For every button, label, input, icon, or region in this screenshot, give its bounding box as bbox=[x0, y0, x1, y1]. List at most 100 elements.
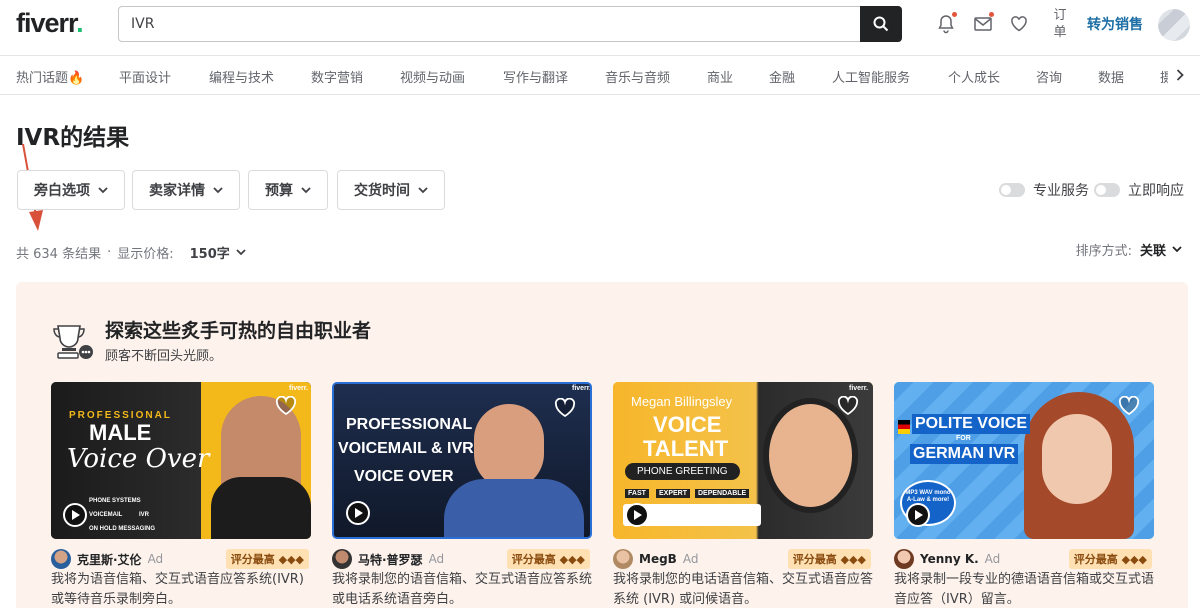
message-dot bbox=[989, 12, 994, 17]
filter-voiceover-options[interactable]: 旁白选项 bbox=[17, 170, 125, 210]
toggle-switch[interactable] bbox=[1094, 183, 1120, 197]
gig-title[interactable]: 我将录制一段专业的德语语音信箱或交互式语音应答（IVR）留言。 bbox=[894, 570, 1154, 608]
filter-budget[interactable]: 预算 bbox=[248, 170, 328, 210]
category-nav: 热门话题🔥 平面设计 编程与技术 数字营销 视频与动画 写作与翻译 音乐与音频 … bbox=[0, 55, 1200, 95]
play-video-button[interactable] bbox=[346, 501, 370, 525]
thumb-text: PHONE GREETING bbox=[625, 463, 740, 480]
category-item[interactable]: 视频与动画 bbox=[400, 67, 465, 86]
category-item[interactable]: 热门话题🔥 bbox=[16, 67, 84, 86]
gig-card[interactable]: Megan Billingsley VOICE TALENT PHONE GRE… bbox=[613, 382, 873, 607]
heart-icon[interactable] bbox=[275, 396, 297, 416]
instant-response-toggle[interactable]: 立即响应 bbox=[1094, 180, 1184, 200]
seller-row: 克里斯·艾伦 Ad 评分最高 ◆◆◆ bbox=[51, 548, 311, 570]
filter-seller-details[interactable]: 卖家详情 bbox=[132, 170, 240, 210]
heart-icon[interactable] bbox=[554, 398, 576, 418]
category-item[interactable]: 数字营销 bbox=[311, 67, 363, 86]
search-bar bbox=[118, 6, 902, 42]
ad-label: Ad bbox=[984, 552, 1001, 566]
seller-avatar[interactable] bbox=[894, 549, 914, 569]
category-item[interactable]: 人工智能服务 bbox=[832, 67, 910, 86]
thumb-text: VOICE OVER bbox=[354, 468, 454, 485]
top-rated-badge: 评分最高 ◆◆◆ bbox=[787, 549, 871, 569]
messages-button[interactable] bbox=[973, 12, 994, 34]
gig-card[interactable]: PROFESSIONAL MALE Voice Over PHONE SYSTE… bbox=[51, 382, 311, 607]
envelope-icon bbox=[974, 17, 992, 31]
play-video-button[interactable] bbox=[906, 503, 930, 527]
seller-name[interactable]: MegB bbox=[639, 552, 677, 566]
play-video-button[interactable] bbox=[63, 503, 87, 527]
heart-icon bbox=[1011, 16, 1027, 32]
notifications-button[interactable] bbox=[936, 12, 957, 34]
thumb-text: DEPENDABLE bbox=[695, 489, 750, 498]
category-item[interactable]: 个人成长 bbox=[948, 67, 1000, 86]
results-summary: 共 634 条结果 · 显示价格: 150字 bbox=[16, 243, 246, 262]
gig-title[interactable]: 我将录制您的电话语音信箱、交互式语音应答系统 (IVR) 或问候语音。 bbox=[613, 570, 873, 608]
search-input[interactable] bbox=[119, 7, 859, 41]
gig-title[interactable]: 我将录制您的语音信箱、交互式语音应答系统或电话系统语音旁白。 bbox=[332, 570, 592, 608]
favorites-button[interactable] bbox=[1009, 14, 1029, 34]
category-item[interactable]: 平面设计 bbox=[119, 67, 171, 86]
sort-select[interactable]: 关联 bbox=[1140, 240, 1182, 259]
seller-row: MegB Ad 评分最高 ◆◆◆ bbox=[613, 548, 873, 570]
seller-name[interactable]: Yenny K. bbox=[920, 552, 979, 566]
category-item[interactable]: 金融 bbox=[769, 67, 795, 86]
play-video-button[interactable] bbox=[625, 503, 649, 527]
thumb-text: FAST bbox=[625, 489, 649, 498]
gig-thumbnail[interactable]: PROFESSIONAL MALE Voice Over PHONE SYSTE… bbox=[51, 382, 311, 539]
top-header: fiverr. 订单 转为销售 bbox=[0, 0, 1200, 48]
filter-label: 卖家详情 bbox=[149, 183, 205, 199]
category-item[interactable]: 编程与技术 bbox=[209, 67, 274, 86]
seller-name[interactable]: 克里斯·艾伦 bbox=[77, 551, 142, 568]
seller-avatar[interactable] bbox=[332, 549, 352, 569]
thumb-sticker: MP3 WAV mono A-Law & more! bbox=[905, 490, 951, 503]
thumb-brand: fiverr. bbox=[572, 385, 592, 392]
chevron-right-icon bbox=[1176, 69, 1184, 81]
user-avatar[interactable] bbox=[1158, 9, 1190, 41]
seller-name[interactable]: 马特·普罗瑟 bbox=[358, 551, 423, 568]
category-item[interactable]: 咨询 bbox=[1036, 67, 1062, 86]
gig-card[interactable]: PROFESSIONAL VOICEMAIL & IVR VOICE OVER … bbox=[332, 382, 592, 607]
heart-icon[interactable] bbox=[837, 396, 859, 416]
gig-thumbnail[interactable]: Megan Billingsley VOICE TALENT PHONE GRE… bbox=[613, 382, 873, 539]
top-rated-badge: 评分最高 ◆◆◆ bbox=[1068, 549, 1152, 569]
gig-thumbnail[interactable]: PROFESSIONAL VOICEMAIL & IVR VOICE OVER … bbox=[332, 382, 592, 539]
toggle-label: 专业服务 bbox=[1033, 183, 1089, 199]
category-item[interactable]: 音乐与音频 bbox=[605, 67, 670, 86]
orders-link[interactable]: 订单 bbox=[1052, 7, 1068, 41]
sort-control: 排序方式: 关联 bbox=[1076, 240, 1182, 259]
chevron-down-icon bbox=[98, 186, 108, 193]
toggle-label: 立即响应 bbox=[1128, 183, 1184, 199]
heart-icon[interactable] bbox=[1118, 396, 1140, 416]
seller-avatar[interactable] bbox=[613, 549, 633, 569]
thumb-text: MALE bbox=[89, 420, 152, 445]
search-icon bbox=[873, 16, 889, 32]
featured-freelancers-panel: 探索这些炙手可热的自由职业者 顾客不断回头光顾。 PROFESSIONAL MA… bbox=[16, 282, 1188, 608]
sort-label: 排序方式: bbox=[1075, 244, 1132, 259]
category-item[interactable]: 商业 bbox=[707, 67, 733, 86]
search-button[interactable] bbox=[860, 6, 902, 42]
gig-thumbnail[interactable]: POLITE VOICE FOR GERMAN IVR MP3 WAV mono… bbox=[894, 382, 1154, 539]
gig-card[interactable]: POLITE VOICE FOR GERMAN IVR MP3 WAV mono… bbox=[894, 382, 1154, 607]
promo-title: 探索这些炙手可热的自由职业者 bbox=[105, 320, 372, 342]
trophy-icon bbox=[53, 325, 93, 359]
become-seller-link[interactable]: 转为销售 bbox=[1087, 14, 1143, 34]
pro-services-toggle[interactable]: 专业服务 bbox=[999, 180, 1089, 200]
top-rated-badge: 评分最高 ◆◆◆ bbox=[225, 549, 309, 569]
thumb-brand: fiverr. bbox=[849, 385, 869, 392]
thumb-text: PHONE SYSTEMS bbox=[89, 498, 141, 504]
notification-dot bbox=[952, 12, 957, 17]
thumb-text: EXPERT bbox=[656, 489, 691, 498]
filter-delivery-time[interactable]: 交货时间 bbox=[337, 170, 445, 210]
category-item[interactable]: 数据 bbox=[1098, 67, 1124, 86]
toggle-switch[interactable] bbox=[999, 183, 1025, 197]
gig-title[interactable]: 我将为语音信箱、交互式语音应答系统(IVR) 或等待音乐录制旁白。 bbox=[51, 570, 311, 608]
category-scroll-right[interactable] bbox=[1168, 64, 1192, 86]
seller-avatar[interactable] bbox=[51, 549, 71, 569]
seller-row: 马特·普罗瑟 Ad 评分最高 ◆◆◆ bbox=[332, 548, 592, 570]
category-item[interactable]: 写作与翻译 bbox=[503, 67, 568, 86]
thumb-text: Megan Billingsley bbox=[631, 394, 733, 409]
thumb-text: VOICEMAIL bbox=[89, 512, 123, 518]
chevron-down-icon bbox=[213, 186, 223, 193]
price-display-select[interactable]: 150字 bbox=[190, 243, 246, 262]
fiverr-logo[interactable]: fiverr. bbox=[16, 8, 84, 39]
